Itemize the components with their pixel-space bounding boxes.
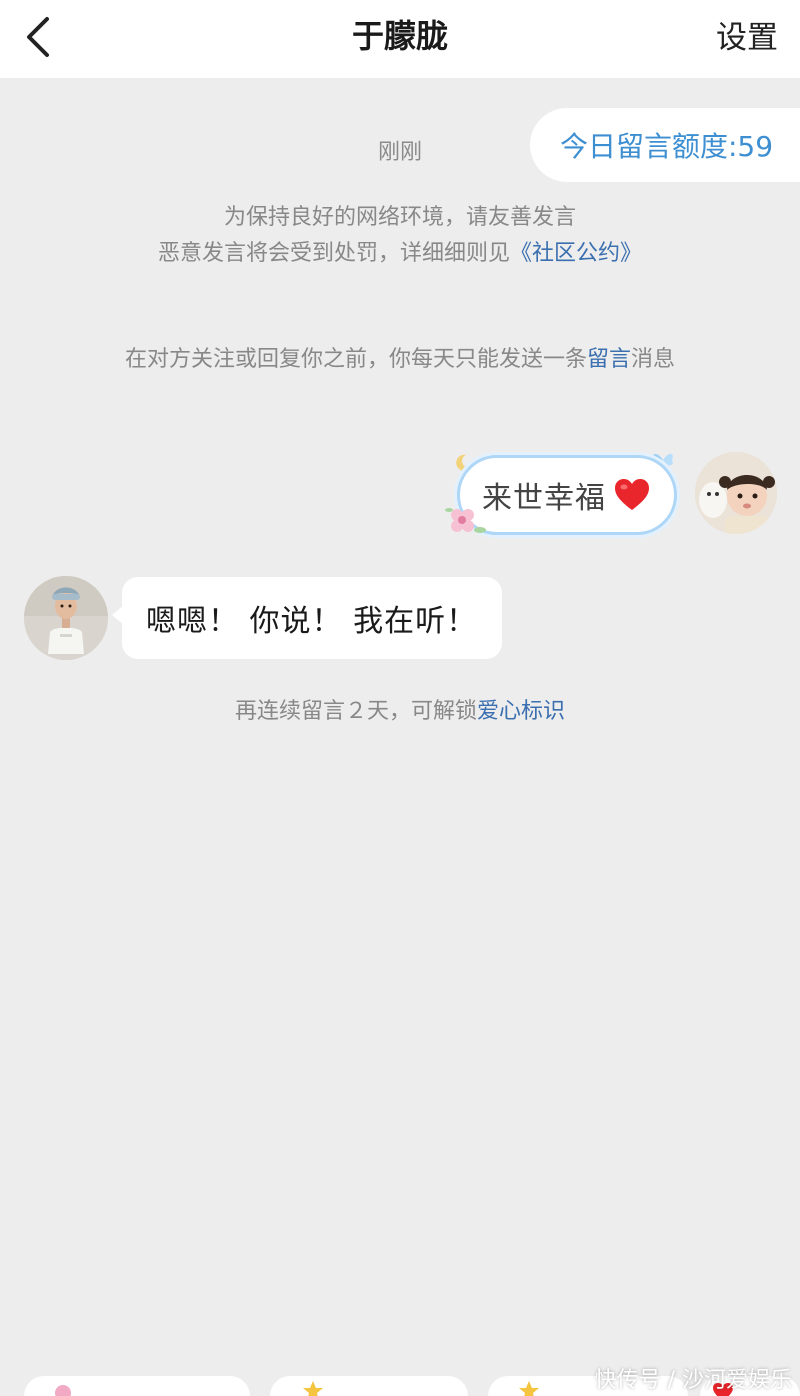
quick-reply-chip[interactable] bbox=[24, 1376, 250, 1396]
message-limit-notice: 在对方关注或回复你之前，你每天只能发送一条留言消息 bbox=[0, 342, 800, 378]
star-icon bbox=[303, 1381, 323, 1396]
contact-avatar[interactable] bbox=[24, 576, 108, 660]
received-message-text: 嗯嗯！ 你说！ 我在听！ bbox=[146, 604, 478, 639]
sent-message-text: 来世幸福 bbox=[482, 481, 606, 516]
settings-button[interactable]: 设置 bbox=[716, 16, 778, 60]
star-icon bbox=[519, 1381, 539, 1396]
streak-notice-prefix: 再连续留言２天，可解锁 bbox=[234, 699, 477, 724]
notice-line-2: 恶意发言将会受到处罚，详细细则见《社区公约》 bbox=[0, 236, 800, 272]
flower-decoration-icon bbox=[445, 508, 486, 533]
man-in-cap-avatar-icon bbox=[24, 576, 108, 660]
message-timestamp: 刚刚 bbox=[377, 140, 422, 165]
heart-badge-link[interactable]: 爱心标识 bbox=[477, 699, 565, 724]
notice-line-1: 为保持良好的网络环境，请友善发言 bbox=[223, 205, 576, 230]
received-message-bubble[interactable]: 嗯嗯！ 你说！ 我在听！ bbox=[112, 577, 502, 659]
my-avatar[interactable] bbox=[695, 452, 777, 534]
leave-message-link[interactable]: 留言 bbox=[587, 347, 631, 372]
flower-icon bbox=[55, 1385, 71, 1396]
quick-reply-chip[interactable] bbox=[270, 1376, 468, 1396]
watermark: 快传号 / 沙河爱娱乐 bbox=[594, 1368, 792, 1393]
streak-notice: 再连续留言２天，可解锁爱心标识 bbox=[0, 694, 800, 730]
community-notice: 为保持良好的网络环境，请友善发言 恶意发言将会受到处罚，详细细则见《社区公约》 bbox=[0, 200, 800, 272]
page-title: 于朦胧 bbox=[351, 17, 448, 55]
top-navigation-bar: 于朦胧 设置 bbox=[0, 0, 800, 78]
baby-with-puppy-avatar-icon bbox=[695, 452, 777, 534]
red-heart-icon bbox=[615, 479, 649, 510]
limit-notice-suffix: 消息 bbox=[631, 347, 676, 372]
limit-notice-prefix: 在对方关注或回复你之前，你每天只能发送一条 bbox=[124, 347, 587, 372]
community-rules-link[interactable]: 《社区公约》 bbox=[510, 241, 642, 266]
sent-message-bubble[interactable]: 来世幸福 bbox=[457, 455, 677, 535]
notice-line-2-text: 恶意发言将会受到处罚，详细细则见 bbox=[157, 241, 510, 266]
